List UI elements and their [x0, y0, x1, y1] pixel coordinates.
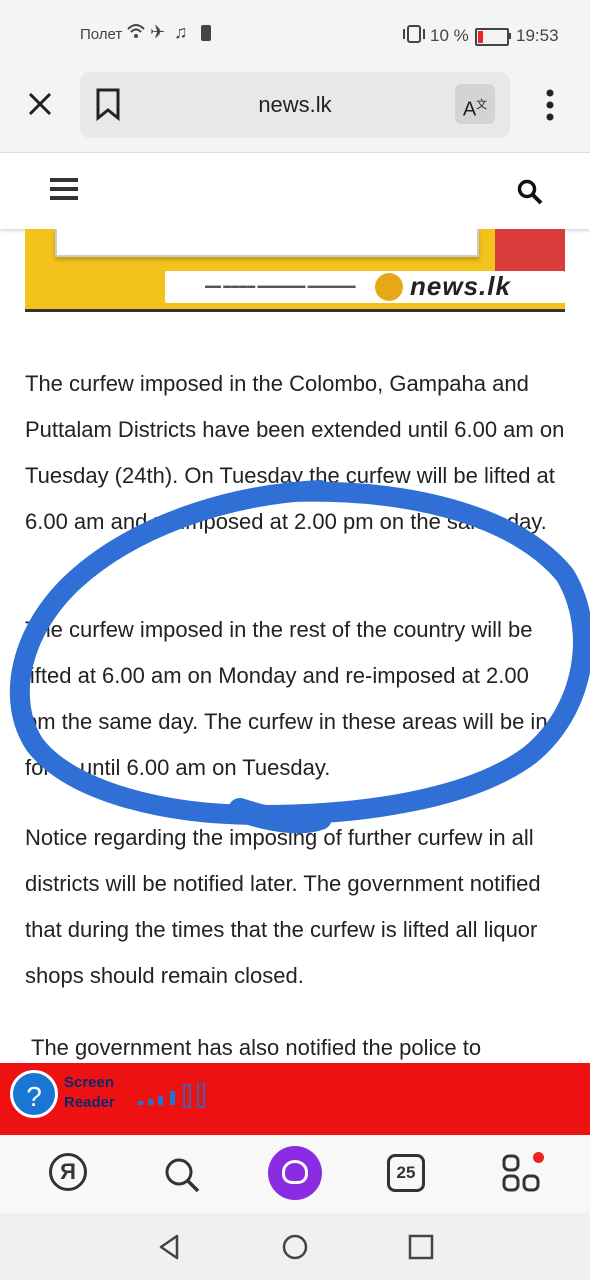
- sim-icon: [200, 24, 212, 47]
- banner-tagline: ▬▬ ▬▬▬▬ ▬▬▬▬▬▬ ▬▬▬▬▬▬: [205, 281, 356, 290]
- recents-square-icon: [408, 1234, 434, 1260]
- emblem-icon: [375, 273, 403, 301]
- browser-menu-button[interactable]: [544, 88, 556, 124]
- article-paragraph: The curfew imposed in the rest of the co…: [25, 617, 548, 780]
- search-icon: [165, 1158, 200, 1193]
- clock: 19:53: [516, 26, 559, 45]
- search-icon: [517, 179, 543, 205]
- ear-icon[interactable]: ?: [10, 1070, 58, 1118]
- article-paragraph: The curfew imposed in the Colombo, Gampa…: [25, 371, 565, 534]
- vibrate-icon: [400, 24, 428, 49]
- close-icon: [28, 92, 52, 116]
- system-back-button[interactable]: [155, 1232, 185, 1262]
- site-header: [0, 153, 590, 229]
- carrier-label: Полет: [80, 26, 123, 43]
- home-circle-icon: [282, 1234, 308, 1260]
- battery-tip: [508, 33, 511, 39]
- wifi-icon: [126, 22, 146, 45]
- notification-dot: [533, 1152, 544, 1163]
- translate-icon: A: [462, 98, 477, 121]
- site-menu-button[interactable]: [50, 177, 78, 201]
- site-search-button[interactable]: [516, 178, 544, 206]
- back-triangle-icon: [159, 1234, 179, 1260]
- airplane-icon: ✈: [150, 22, 166, 42]
- yandex-button[interactable]: Я: [49, 1153, 87, 1191]
- more-vertical-icon: [546, 89, 554, 121]
- article-paragraph: Notice regarding the imposing of further…: [25, 825, 541, 988]
- battery-level: [478, 31, 483, 43]
- music-icon: ♫: [174, 22, 188, 42]
- battery-percent: 10 %: [430, 26, 469, 45]
- screen-reader-label: Screen Reader: [64, 1074, 115, 1111]
- banner-logo: news.lk: [410, 271, 511, 301]
- tabs-button[interactable]: 25: [387, 1154, 425, 1192]
- close-tab-button[interactable]: [22, 86, 58, 122]
- url-text[interactable]: news.lk: [80, 92, 510, 118]
- alice-icon: [282, 1160, 308, 1184]
- hamburger-icon: [50, 178, 78, 200]
- system-home-button[interactable]: [280, 1232, 310, 1262]
- volume-level-icon: [138, 1082, 208, 1109]
- article-banner-image: ▬▬ ▬▬▬▬ ▬▬▬▬▬▬ ▬▬▬▬▬▬ news.lk: [25, 229, 565, 312]
- translate-button[interactable]: A文: [455, 84, 495, 124]
- search-button[interactable]: [162, 1155, 202, 1195]
- banner-card: [55, 229, 479, 257]
- system-recents-button[interactable]: [406, 1232, 436, 1262]
